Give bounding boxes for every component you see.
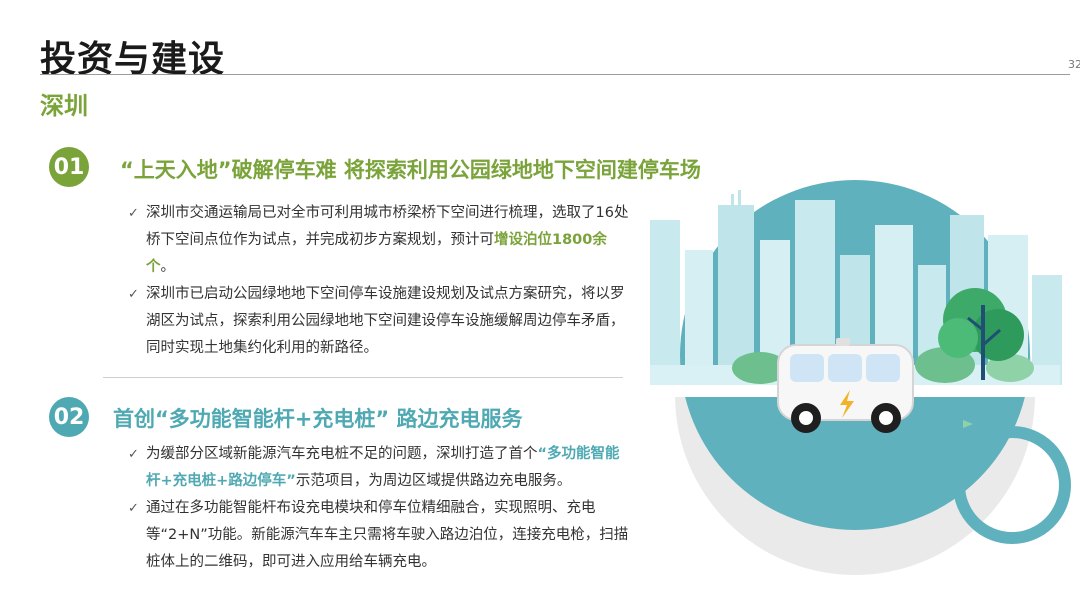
check-icon: ✓: [128, 287, 139, 302]
section1-number-badge: 01: [49, 147, 89, 187]
section2-heading: 首创“多功能智能杆+充电桩” 路边充电服务: [113, 407, 523, 431]
section1-bullet-1: ✓ 深圳市交通运输局已对全市可利用城市桥梁桥下空间进行梳理，选取了16处桥下空间…: [128, 200, 633, 281]
section2-bullets: ✓ 为缓部分区域新能源汽车充电桩不足的问题，深圳打造了首个“多功能智能杆+充电桩…: [128, 441, 633, 576]
city-subtitle: 深圳: [40, 92, 88, 120]
section1-bullet-2: ✓ 深圳市已启动公园绿地地下空间停车设施建设规划及试点方案研究，将以罗湖区为试点…: [128, 281, 633, 362]
section-divider: [103, 377, 623, 378]
city-car-illustration: [645, 180, 1071, 575]
section2-number-badge: 02: [49, 397, 89, 437]
check-icon: ✓: [128, 501, 139, 516]
electric-car-icon: [777, 338, 914, 433]
check-icon: ✓: [128, 206, 139, 221]
page-number: 32: [1068, 58, 1080, 71]
section2-bullet-1: ✓ 为缓部分区域新能源汽车充电桩不足的问题，深圳打造了首个“多功能智能杆+充电桩…: [128, 441, 633, 495]
section1-heading: “上天入地”破解停车难 将探索利用公园绿地地下空间建停车场: [120, 158, 701, 182]
section2-bullet-2: ✓ 通过在多功能智能杆布设充电模块和停车位精细融合，实现照明、充电等“2+N”功…: [128, 495, 633, 576]
title-divider: [40, 74, 1070, 75]
check-icon: ✓: [128, 447, 139, 462]
section1-bullets: ✓ 深圳市交通运输局已对全市可利用城市桥梁桥下空间进行梳理，选取了16处桥下空间…: [128, 200, 633, 362]
